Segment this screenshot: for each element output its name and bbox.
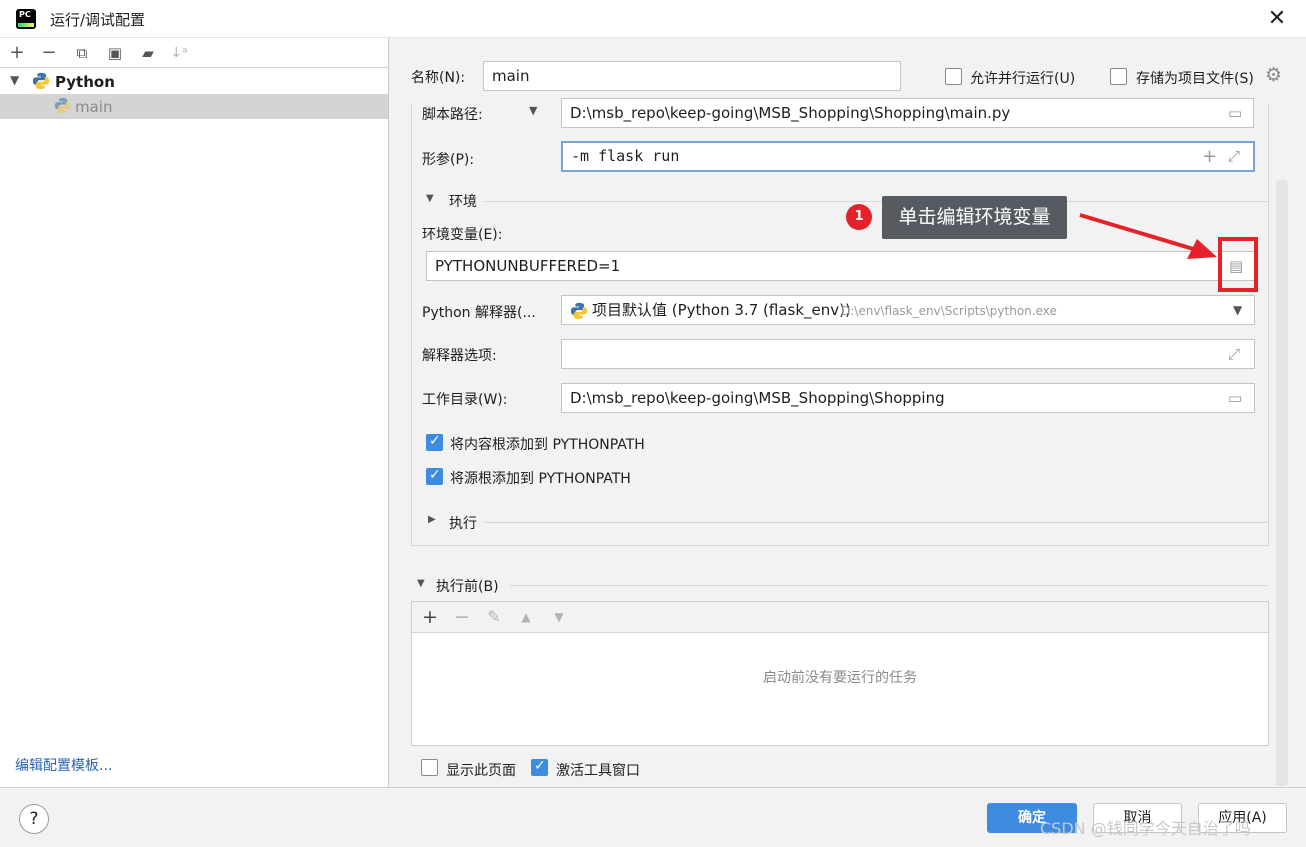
name-label: 名称(N): xyxy=(411,70,466,86)
interpreter-label: Python 解释器(... xyxy=(422,305,536,321)
python-icon xyxy=(32,72,50,90)
chevron-down-icon[interactable]: ▼ xyxy=(1233,296,1242,324)
before-launch-separator xyxy=(510,585,1268,586)
sort-alpha-icon: ↓ᵃ xyxy=(170,45,188,61)
before-launch-label: 执行前(B) xyxy=(436,579,499,595)
pycharm-logo-icon: PC xyxy=(16,9,36,29)
script-type-dropdown-icon[interactable]: ▼ xyxy=(529,104,537,117)
show-page-label: 显示此页面 xyxy=(446,763,516,779)
folder-browse-icon[interactable]: ▭ xyxy=(1228,389,1242,407)
edit-templates-link[interactable]: 编辑配置模板... xyxy=(15,755,112,775)
add-task-icon[interactable]: + xyxy=(419,606,441,628)
interpreter-value: 项目默认值 (Python 3.7 (flask_env)) xyxy=(592,301,851,319)
tree-node-python[interactable]: ▼ Python xyxy=(0,69,388,94)
store-project-label: 存储为项目文件(S) xyxy=(1136,71,1254,87)
add-source-roots-label: 将源根添加到 PYTHONPATH xyxy=(450,471,631,487)
workdir-label: 工作目录(W): xyxy=(422,392,508,408)
close-button[interactable]: ✕ xyxy=(1262,4,1292,34)
vertical-scrollbar[interactable] xyxy=(1276,180,1288,786)
chevron-down-icon[interactable]: ▼ xyxy=(10,73,19,87)
params-label: 形参(P): xyxy=(422,152,475,168)
name-input[interactable]: main xyxy=(483,61,901,91)
activate-tool-checkbox[interactable] xyxy=(531,758,548,776)
tree-node-main-label: main xyxy=(75,98,113,116)
before-launch-toolbar: + − ✎ ▲ ▼ xyxy=(412,602,1268,633)
script-path-value: D:\msb_repo\keep-going\MSB_Shopping\Shop… xyxy=(570,104,1011,122)
edit-task-icon: ✎ xyxy=(487,607,501,626)
title-bar: PC 运行/调试配置 ✕ xyxy=(0,0,1306,38)
exec-separator xyxy=(485,522,1268,523)
dialog-button-bar: ? 确定 取消 应用(A) CSDN @钱同学今天自治了吗 xyxy=(0,787,1306,847)
move-down-icon: ▼ xyxy=(554,610,564,624)
config-toolbar: + − ⧉ ▣ ▰ ↓ᵃ xyxy=(0,38,389,68)
add-macro-icon[interactable]: + xyxy=(1202,146,1217,167)
config-detail-pane: 名称(N): main 允许并行运行(U) 存储为项目文件(S) ⚙ 脚本路径:… xyxy=(390,38,1306,787)
workdir-input[interactable]: D:\msb_repo\keep-going\MSB_Shopping\Shop… xyxy=(561,383,1255,413)
before-launch-collapse-icon[interactable]: ▼ xyxy=(417,578,425,589)
env-collapse-icon[interactable]: ▼ xyxy=(426,193,434,204)
tree-node-main[interactable]: main xyxy=(0,94,388,119)
no-tasks-message: 启动前没有要运行的任务 xyxy=(763,670,917,686)
window-title: 运行/调试配置 xyxy=(50,11,146,29)
script-path-input[interactable]: D:\msb_repo\keep-going\MSB_Shopping\Shop… xyxy=(561,98,1254,128)
exec-section-title: 执行 xyxy=(449,516,477,532)
annotation-arrow xyxy=(1079,213,1217,259)
script-path-label: 脚本路径: xyxy=(422,107,483,123)
python-config-icon xyxy=(54,97,71,114)
move-up-icon: ▲ xyxy=(521,610,531,624)
activate-tool-label: 激活工具窗口 xyxy=(556,763,640,779)
interp-options-input[interactable] xyxy=(561,339,1255,369)
annotation-tooltip: 单击编辑环境变量 xyxy=(882,196,1067,239)
env-separator xyxy=(485,201,1268,202)
remove-task-icon: − xyxy=(454,606,470,628)
save-config-icon[interactable]: ▣ xyxy=(103,41,127,65)
workdir-value: D:\msb_repo\keep-going\MSB_Shopping\Shop… xyxy=(570,389,945,407)
expand-icon[interactable]: ⤢ xyxy=(1228,147,1240,165)
add-source-roots-checkbox[interactable] xyxy=(426,467,443,485)
allow-parallel-label: 允许并行运行(U) xyxy=(970,71,1076,87)
interpreter-select[interactable]: 项目默认值 (Python 3.7 (flask_env)) D:\env\fl… xyxy=(561,295,1255,325)
copy-config-icon[interactable]: ⧉ xyxy=(70,41,94,65)
add-content-roots-label: 将内容根添加到 PYTHONPATH xyxy=(450,437,645,453)
move-to-folder-icon[interactable]: ▰ xyxy=(136,41,160,65)
store-project-checkbox[interactable] xyxy=(1110,68,1127,85)
expand-icon[interactable]: ⤢ xyxy=(1228,345,1240,363)
config-tree-pane: + − ⧉ ▣ ▰ ↓ᵃ ▼ Python main 编辑配置模板... xyxy=(0,38,389,787)
interp-options-label: 解释器选项: xyxy=(422,348,497,364)
csdn-watermark: CSDN @钱同学今天自治了吗 xyxy=(1040,819,1251,838)
add-config-icon[interactable]: + xyxy=(5,41,29,65)
folder-browse-icon[interactable]: ▭ xyxy=(1228,104,1242,122)
env-vars-value: PYTHONUNBUFFERED=1 xyxy=(435,257,621,275)
add-content-roots-checkbox[interactable] xyxy=(426,433,443,451)
interpreter-path: D:\env\flask_env\Scripts\python.exe xyxy=(841,304,1057,318)
params-input[interactable]: -m flask run xyxy=(561,141,1255,172)
remove-config-icon[interactable]: − xyxy=(37,41,61,65)
params-value: -m flask run xyxy=(571,147,680,165)
help-button[interactable]: ? xyxy=(19,804,49,834)
allow-parallel-checkbox[interactable] xyxy=(945,68,962,85)
tree-node-python-label: Python xyxy=(55,73,115,91)
before-launch-panel: + − ✎ ▲ ▼ 启动前没有要运行的任务 xyxy=(411,601,1269,746)
gear-icon[interactable]: ⚙ xyxy=(1265,64,1282,86)
env-section-title: 环境 xyxy=(449,194,477,210)
annotation-badge: 1 xyxy=(846,204,872,230)
show-page-checkbox[interactable] xyxy=(421,759,438,776)
env-vars-label: 环境变量(E): xyxy=(422,227,503,243)
exec-expand-icon[interactable]: ▶ xyxy=(428,514,436,525)
python-interpreter-icon xyxy=(570,302,588,320)
annotation-highlight-box xyxy=(1218,237,1258,292)
